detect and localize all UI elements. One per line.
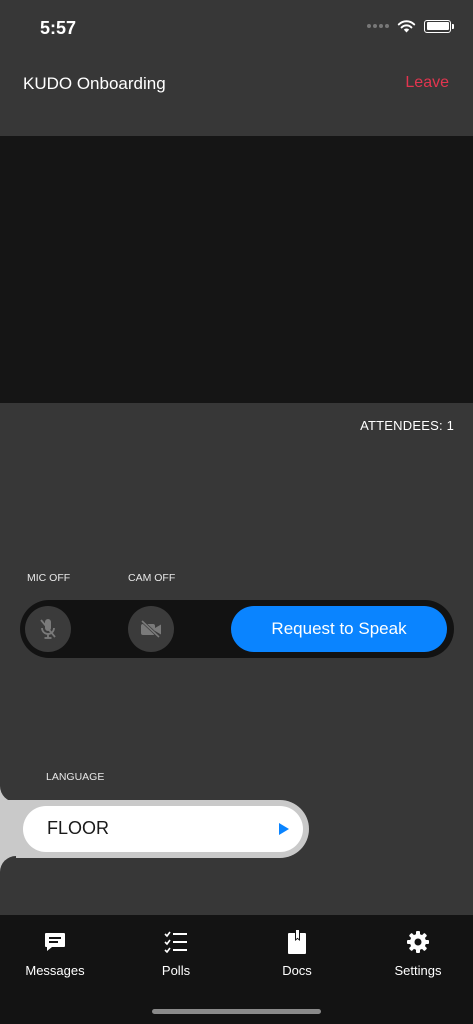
attendees-count: ATTENDEES: 1 xyxy=(360,418,454,433)
checklist-icon xyxy=(164,931,187,953)
language-track-corner-bottom xyxy=(0,856,16,872)
wifi-icon xyxy=(397,20,416,33)
tab-settings-label: Settings xyxy=(394,963,442,978)
tab-bar: Messages Polls Docs Settings xyxy=(0,915,473,1024)
message-icon xyxy=(45,933,65,951)
tab-settings[interactable]: Settings xyxy=(359,915,473,985)
tab-docs-label: Docs xyxy=(282,963,312,978)
app-header: KUDO Onboarding Leave xyxy=(0,56,473,136)
tab-docs[interactable]: Docs xyxy=(238,915,356,985)
video-area xyxy=(0,136,473,403)
gear-icon xyxy=(407,931,429,953)
mic-status-label: MIC OFF xyxy=(27,572,71,584)
tab-polls-label: Polls xyxy=(161,963,191,978)
status-icons xyxy=(367,19,454,33)
language-value: FLOOR xyxy=(47,818,110,838)
mic-toggle-button[interactable] xyxy=(25,606,71,652)
tab-polls[interactable]: Polls xyxy=(117,915,235,985)
page-title: KUDO Onboarding xyxy=(23,74,166,93)
battery-icon xyxy=(424,19,454,33)
language-select[interactable]: FLOOR xyxy=(23,806,303,852)
cam-status-label: CAM OFF xyxy=(128,572,176,584)
cellular-signal-icon xyxy=(367,24,389,28)
language-label: LANGUAGE xyxy=(46,771,105,783)
status-time: 5:57 xyxy=(40,18,77,38)
request-to-speak-button[interactable]: Request to Speak xyxy=(231,606,447,652)
play-icon xyxy=(279,823,289,835)
status-bar: 5:57 xyxy=(0,0,473,56)
mic-off-icon xyxy=(40,619,56,639)
camera-toggle-button[interactable] xyxy=(128,606,174,652)
camera-off-icon xyxy=(140,620,161,638)
control-bar: Request to Speak xyxy=(20,600,454,658)
leave-button[interactable]: Leave xyxy=(405,74,449,92)
document-icon xyxy=(288,930,306,954)
tab-messages-label: Messages xyxy=(25,963,85,978)
tab-messages[interactable]: Messages xyxy=(0,915,114,985)
home-indicator xyxy=(152,1009,321,1014)
